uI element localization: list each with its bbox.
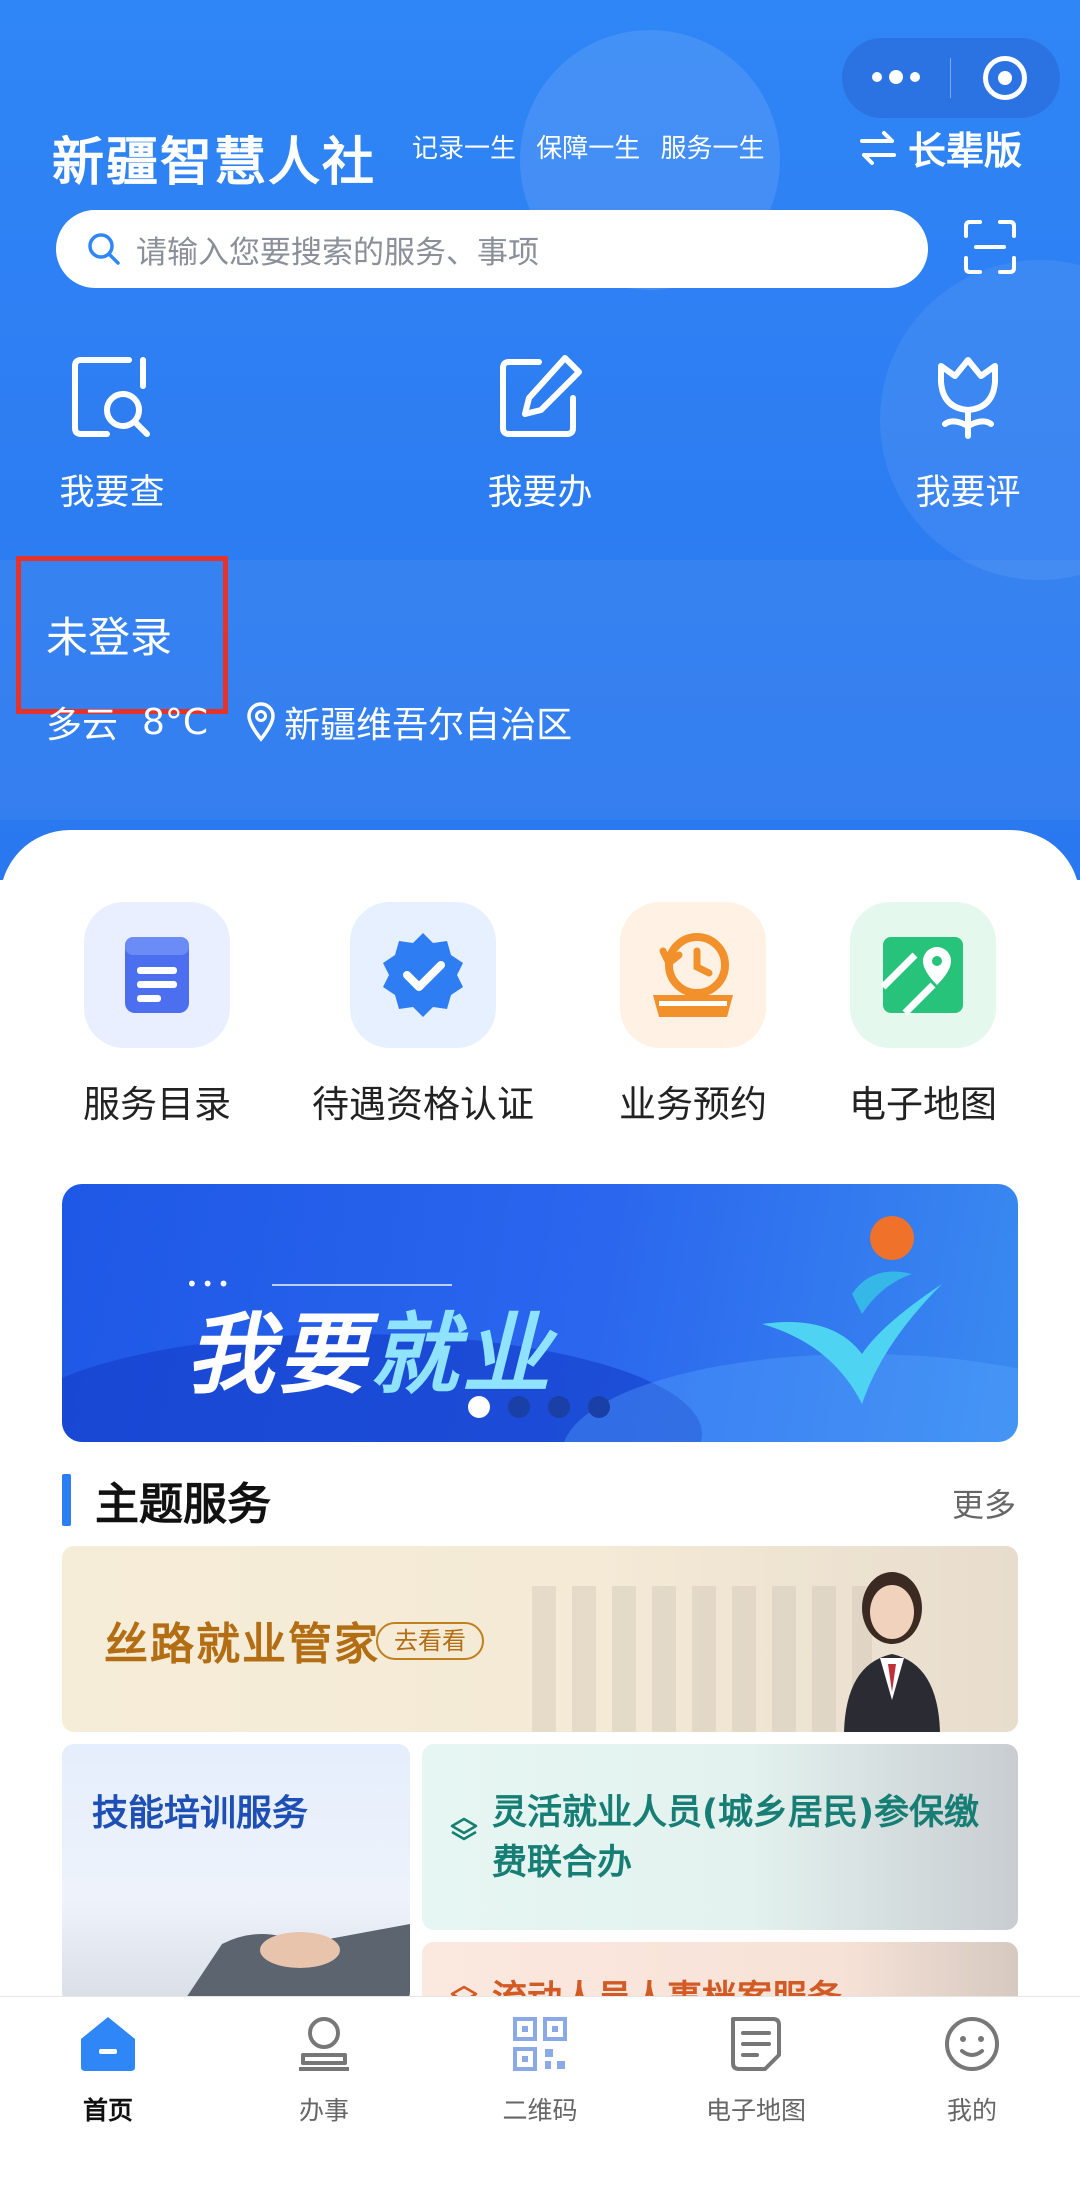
banner-headline: 我要就业 <box>186 1284 554 1411</box>
service-label: 待遇资格认证 <box>312 1083 534 1126</box>
tab-label: 二维码 <box>502 2096 578 2125</box>
qrcode-icon <box>513 2017 567 2071</box>
swap-icon <box>860 130 896 165</box>
tab-label: 我的 <box>946 2096 997 2125</box>
search-input[interactable]: 请输入您要搜索的服务、事项 <box>56 210 928 288</box>
tab-services[interactable]: 办事 <box>224 2013 424 2127</box>
miniprogram-capsule <box>842 38 1060 118</box>
quick-action-label: 我要评 <box>915 473 1021 513</box>
close-miniprogram-icon[interactable] <box>951 56 1059 100</box>
service-label: 服务目录 <box>83 1083 231 1126</box>
handshake-photo <box>182 1924 410 2004</box>
service-label: 业务预约 <box>619 1083 767 1126</box>
location-pin-icon <box>247 702 275 742</box>
banner-highlight: 就业 <box>370 1303 555 1406</box>
tab-home[interactable]: 首页 <box>8 2013 208 2127</box>
tab-label: 首页 <box>82 2096 133 2125</box>
quick-action-evaluate[interactable]: 我要评 <box>868 352 1068 515</box>
service-qualification[interactable]: 待遇资格认证 <box>298 902 548 1128</box>
layers-icon <box>450 1817 478 1841</box>
tab-label: 电子地图 <box>705 2096 806 2125</box>
search-doc-icon <box>72 357 150 437</box>
tab-qrcode[interactable]: 二维码 <box>440 2013 640 2127</box>
slide-dot[interactable] <box>508 1396 530 1418</box>
map-icon <box>850 902 996 1048</box>
quick-action-handle[interactable]: 我要办 <box>440 352 640 515</box>
slide-dot[interactable] <box>548 1396 570 1418</box>
advisor-photo <box>844 1572 940 1732</box>
edit-icon <box>500 355 582 437</box>
section-accent-bar <box>62 1474 71 1526</box>
elder-mode-label: 长辈版 <box>908 129 1023 173</box>
login-status[interactable]: 未登录 <box>46 604 172 665</box>
banner-indicator <box>468 1396 610 1418</box>
search-placeholder: 请输入您要搜索的服务、事项 <box>136 234 539 271</box>
theme-card-flexible-employment[interactable]: 灵活就业人员(城乡居民)参保缴费联合办 <box>422 1744 1018 1930</box>
quick-action-label: 我要办 <box>487 473 593 513</box>
smile-icon <box>945 2017 999 2071</box>
app-title: 新疆智慧人社 <box>52 133 377 193</box>
tab-map[interactable]: 电子地图 <box>656 2013 856 2127</box>
person-icon <box>299 2017 349 2071</box>
service-catalog[interactable]: 服务目录 <box>32 902 282 1128</box>
slide-dot[interactable] <box>588 1396 610 1418</box>
tab-mine[interactable]: 我的 <box>872 2013 1072 2127</box>
tab-label: 办事 <box>298 2096 349 2125</box>
slide-dot[interactable] <box>468 1396 490 1418</box>
scan-icon[interactable] <box>962 218 1018 276</box>
elder-mode-button[interactable]: 长辈版 <box>856 120 1022 175</box>
quick-action-label: 我要查 <box>59 473 165 513</box>
temperature: 8°C <box>142 701 209 743</box>
theme-card-silk-road[interactable]: 丝路就业管家 去看看 <box>62 1546 1018 1732</box>
running-figure-logo <box>762 1216 942 1404</box>
service-appointment[interactable]: 业务预约 <box>568 902 818 1128</box>
theme-card-title: 灵活就业人员(城乡居民)参保缴费联合办 <box>492 1793 979 1883</box>
theme-card-skills-training[interactable]: 技能培训服务 <box>62 1744 410 2004</box>
location[interactable]: 新疆维吾尔自治区 <box>246 696 572 748</box>
theme-card-title: 丝路就业管家 <box>104 1619 380 1670</box>
app-slogan: 记录一生 保障一生 服务一生 <box>412 134 765 164</box>
more-menu-icon[interactable] <box>842 70 950 84</box>
document-icon <box>731 2017 781 2071</box>
location-label: 新疆维吾尔自治区 <box>284 705 573 746</box>
more-link[interactable]: 更多 <box>952 1480 1016 1526</box>
verify-badge-icon <box>350 902 496 1048</box>
search-icon <box>88 233 120 265</box>
home-icon <box>81 2017 135 2071</box>
service-label: 电子地图 <box>849 1083 997 1126</box>
section-title: 主题服务 <box>62 1474 271 1530</box>
city-skyline-image <box>532 1586 872 1732</box>
service-map[interactable]: 电子地图 <box>798 902 1048 1128</box>
quick-action-query[interactable]: 我要查 <box>12 352 212 515</box>
catalog-icon <box>84 902 230 1048</box>
weather-info: 多云 8°C 新疆维吾尔自治区 <box>46 696 572 748</box>
appointment-icon <box>620 902 766 1048</box>
weather-condition: 多云 <box>46 705 119 746</box>
banner-text: 我要 <box>186 1303 371 1406</box>
flower-icon <box>938 357 998 439</box>
go-see-button[interactable]: 去看看 <box>376 1622 484 1660</box>
bottom-tab-bar: 首页 办事 二维码 电子地图 我的 <box>0 1996 1080 2207</box>
theme-card-title: 技能培训服务 <box>92 1793 309 1834</box>
section-title-text: 主题服务 <box>95 1479 271 1530</box>
